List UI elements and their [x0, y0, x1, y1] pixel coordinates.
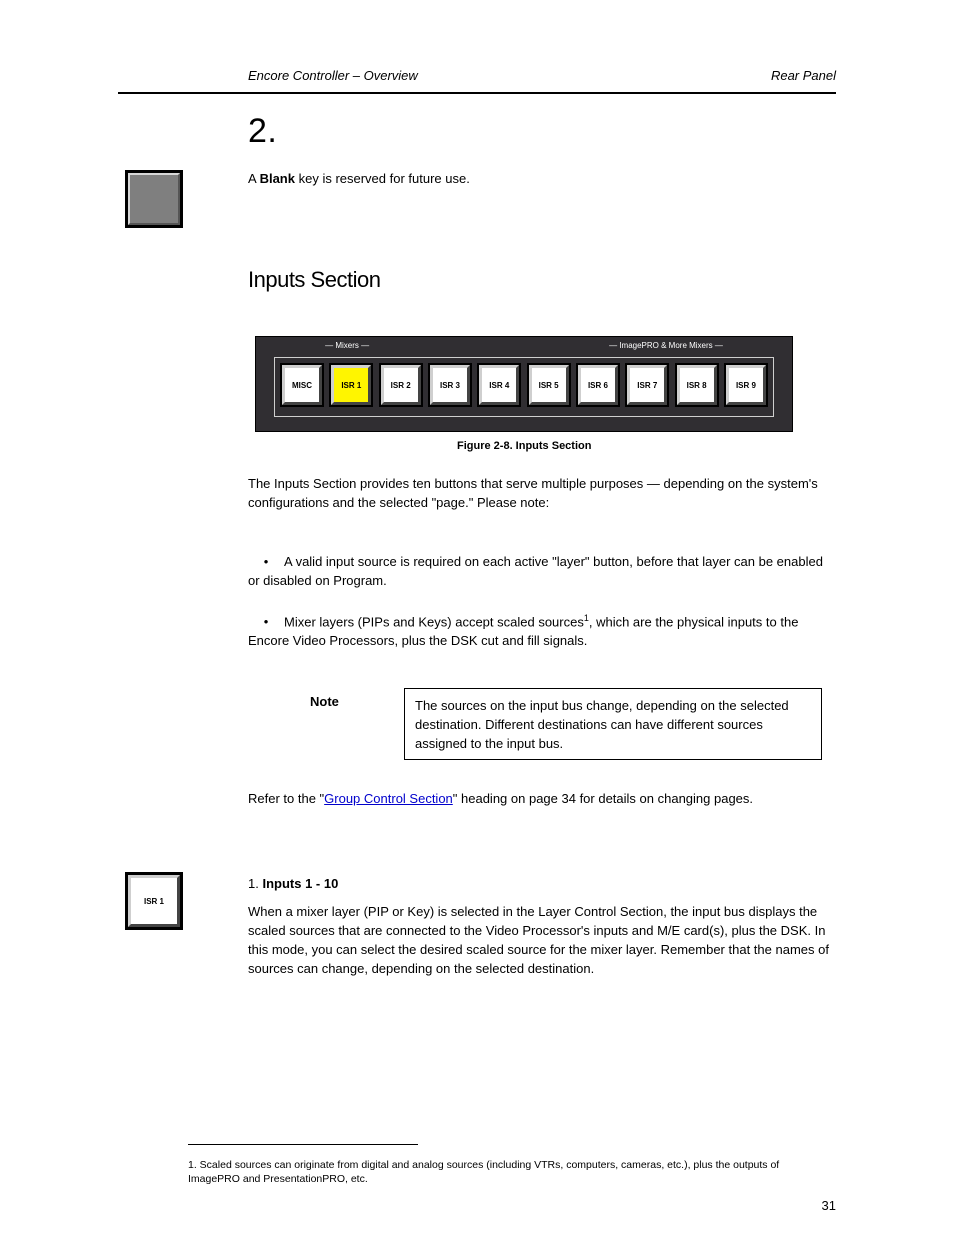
- footnote-rule: [188, 1144, 418, 1145]
- input-1-button[interactable]: ISR 1: [125, 872, 183, 930]
- group-control-link[interactable]: Group Control Section: [324, 791, 453, 806]
- input-button-2[interactable]: ISR 1: [329, 363, 373, 407]
- input-button-3[interactable]: ISR 2: [379, 363, 423, 407]
- bullet-1: •A valid input source is required on eac…: [248, 553, 838, 591]
- blank-key-button[interactable]: [125, 170, 183, 228]
- inputs-1-10-title: 1. Inputs 1 - 10: [248, 876, 338, 891]
- blank-key-face: [128, 173, 180, 225]
- input-button-face: ISR 3: [430, 365, 470, 405]
- inputs-panel-labels: — Mixers — — ImagePRO & More Mixers —: [256, 341, 792, 350]
- input-button-face: ISR 6: [578, 365, 618, 405]
- header-right: Rear Panel: [771, 68, 836, 83]
- header-rule: [118, 92, 836, 94]
- input-button-8[interactable]: ISR 7: [625, 363, 669, 407]
- note-box: The sources on the input bus change, dep…: [404, 688, 822, 760]
- inputs-section-title: Inputs Section: [248, 267, 380, 293]
- footnote: 1. Scaled sources can originate from dig…: [188, 1158, 828, 1186]
- input-button-face: ISR 7: [627, 365, 667, 405]
- input-1-face: ISR 1: [128, 875, 180, 927]
- bullet-2: •Mixer layers (PIPs and Keys) accept sca…: [248, 612, 838, 651]
- input-button-1[interactable]: MISC: [280, 363, 324, 407]
- input-button-9[interactable]: ISR 8: [675, 363, 719, 407]
- input-button-face: ISR 9: [726, 365, 766, 405]
- note-label: Note: [310, 694, 339, 709]
- input-button-10[interactable]: ISR 9: [724, 363, 768, 407]
- page-number: 31: [822, 1198, 836, 1213]
- imagepro-label: — ImagePRO & More Mixers —: [609, 341, 723, 350]
- reference-paragraph: Refer to the "Group Control Section" hea…: [248, 790, 838, 809]
- input-button-face: ISR 5: [529, 365, 569, 405]
- input-button-face: ISR 8: [677, 365, 717, 405]
- page-title: 2.: [248, 112, 277, 151]
- inputs-1-10-body: When a mixer layer (PIP or Key) is selec…: [248, 903, 838, 978]
- input-button-7[interactable]: ISR 6: [576, 363, 620, 407]
- intro-paragraph: The Inputs Section provides ten buttons …: [248, 475, 838, 513]
- input-button-face: MISC: [282, 365, 322, 405]
- input-button-6[interactable]: ISR 5: [527, 363, 571, 407]
- figure-caption: Figure 2-8. Inputs Section: [457, 440, 591, 452]
- blank-key-description: A Blank key is reserved for future use.: [248, 170, 808, 189]
- inputs-panel: — Mixers — — ImagePRO & More Mixers — MI…: [255, 336, 793, 432]
- input-button-4[interactable]: ISR 3: [428, 363, 472, 407]
- input-button-5[interactable]: ISR 4: [477, 363, 521, 407]
- input-button-face: ISR 2: [381, 365, 421, 405]
- header-left: Encore Controller – Overview: [248, 68, 418, 83]
- page-header: Encore Controller – Overview Rear Panel: [0, 68, 954, 83]
- input-button-face: ISR 4: [479, 365, 519, 405]
- inputs-row: MISCISR 1ISR 2ISR 3ISR 4ISR 5ISR 6ISR 7I…: [280, 363, 768, 407]
- mixers-label: — Mixers —: [325, 341, 369, 350]
- input-button-face: ISR 1: [331, 365, 371, 405]
